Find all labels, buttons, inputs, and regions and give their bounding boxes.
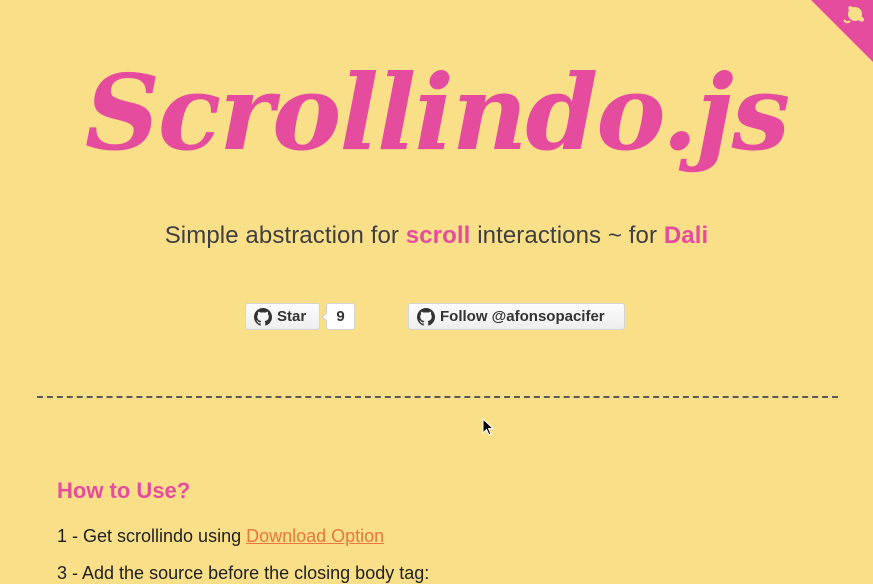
- github-mark-icon: [417, 307, 435, 326]
- step-1: 1 - Get scrollindo using Download Option: [57, 526, 384, 547]
- star-count-badge[interactable]: 9: [321, 303, 355, 330]
- tagline-text: interactions ~ for: [470, 222, 664, 249]
- follow-button-label: Follow @afonsopacifer: [440, 308, 605, 325]
- github-mark-icon: [254, 307, 272, 326]
- step-3: 3 - Add the source before the closing bo…: [57, 563, 430, 583]
- star-button-label: Star: [277, 308, 307, 325]
- how-to-use-heading: How to Use?: [57, 478, 191, 503]
- tagline: Simple abstraction for scroll interactio…: [0, 222, 873, 250]
- tagline-text: Simple abstraction for: [164, 222, 406, 249]
- github-star-button[interactable]: Star: [245, 303, 320, 330]
- step-1-text: 1 - Get scrollindo using: [57, 526, 247, 546]
- dashed-divider: [37, 396, 838, 398]
- tagline-highlight-dali: Dali: [663, 222, 709, 249]
- logo-title: Scrollindo.js: [84, 51, 790, 174]
- github-follow-button[interactable]: Follow @afonsopacifer: [408, 303, 625, 330]
- download-option-link[interactable]: Download Option: [246, 526, 384, 546]
- tagline-highlight-scroll: scroll: [405, 222, 471, 249]
- mouse-cursor-icon: [482, 417, 495, 441]
